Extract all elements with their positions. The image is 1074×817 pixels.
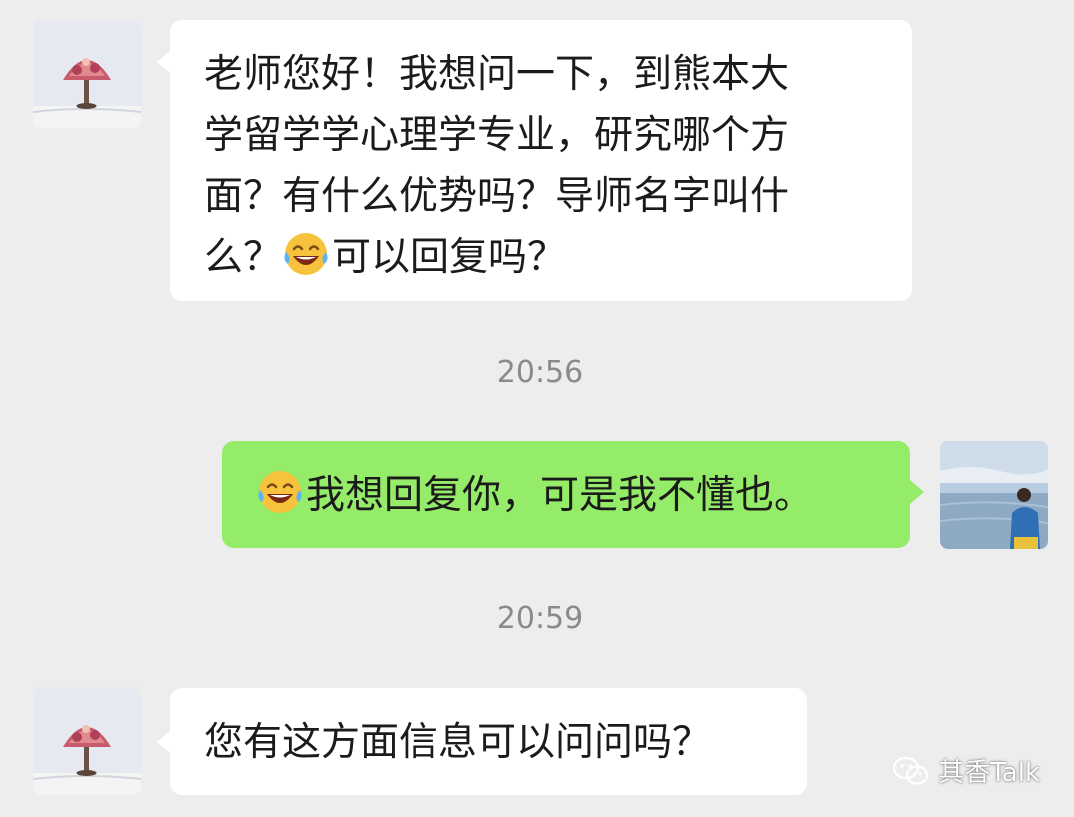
message-line: 我想回复你，可是我不懂也。	[256, 465, 910, 526]
lamp-avatar-image	[33, 687, 141, 795]
message-timestamp: 20:59	[496, 601, 584, 636]
message-text: 我想回复你，可是我不懂也。	[306, 473, 814, 518]
lamp-avatar-image	[33, 20, 141, 128]
outgoing-message-bubble[interactable]: 我想回复你，可是我不懂也。	[222, 441, 910, 548]
laughing-tears-emoji-icon	[258, 471, 302, 513]
self-avatar[interactable]	[940, 441, 1048, 549]
message-line: 您有这方面信息可以问问吗？	[204, 720, 712, 765]
message-line: 老师您好！我想问一下，到熊本大	[204, 52, 790, 97]
message-line: 面？有什么优势吗？导师名字叫什	[204, 174, 790, 219]
bubble-tail	[157, 730, 171, 754]
wechat-icon	[893, 756, 929, 785]
message-text: 么？	[204, 235, 283, 280]
incoming-message-bubble[interactable]: 您有这方面信息可以问问吗？	[170, 688, 807, 795]
message-line: 学留学学心理学专业，研究哪个方	[204, 113, 790, 158]
watermark-text: 其香Talk	[938, 758, 1040, 788]
incoming-message-bubble[interactable]: 老师您好！我想问一下，到熊本大 学留学学心理学专业，研究哪个方 面？有什么优势吗…	[170, 20, 912, 301]
message-text: 可以回复吗？	[332, 235, 567, 280]
watermark: 其香Talk	[892, 752, 1040, 789]
contact-avatar[interactable]	[33, 687, 141, 795]
laughing-tears-emoji-icon	[284, 233, 328, 275]
bubble-tail	[157, 50, 171, 74]
seaside-avatar-image	[940, 441, 1048, 549]
contact-avatar[interactable]	[33, 20, 141, 128]
message-timestamp: 20:56	[496, 355, 584, 390]
message-line: 么？ 可以回复吗？	[204, 227, 882, 288]
bubble-tail	[910, 480, 924, 504]
